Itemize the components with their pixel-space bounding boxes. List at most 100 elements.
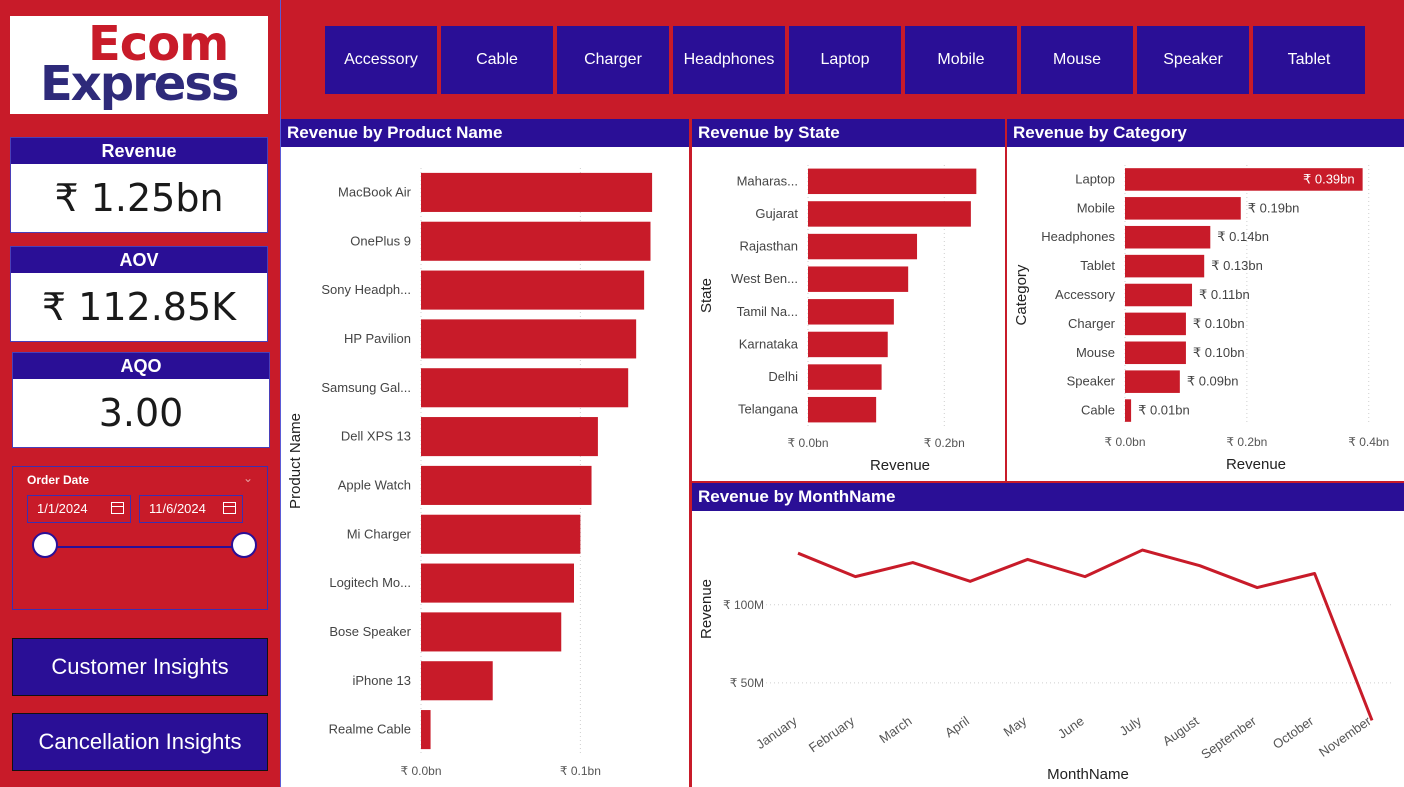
y-tick-label: Rajasthan <box>739 239 798 254</box>
product-revenue-chart: ₹ 0.0bn ₹ 0.1bn MacBook Air OnePlus 9 Sony H… <box>287 168 653 787</box>
aov-card: AOV ₹ 112.85K <box>10 246 268 342</box>
data-label: ₹ 0.10bn <box>1193 316 1245 331</box>
category-button-charger[interactable]: Charger <box>557 26 669 94</box>
category-button-mouse[interactable]: Mouse <box>1021 26 1133 94</box>
y-tick-label: OnePlus 9 <box>350 233 411 248</box>
category-button-accessory[interactable]: Accessory <box>325 26 437 94</box>
y-tick-label: Telangana <box>738 402 799 417</box>
month-revenue-title: Revenue by MonthName <box>692 483 1404 511</box>
y-tick-label: Sony Headph... <box>321 282 411 297</box>
bar <box>1125 254 1205 278</box>
start-date-input[interactable]: 1/1/2024 <box>27 495 131 523</box>
y-tick-label: Delhi <box>768 369 798 384</box>
date-range-start-handle[interactable] <box>32 532 58 558</box>
state-revenue-chart: ₹ 0.0bn ₹ 0.2bn Maharas... Gujarat Rajasthan… <box>698 165 977 474</box>
category-button-headphones[interactable]: Headphones <box>673 26 785 94</box>
data-label: ₹ 0.39bn <box>1303 171 1355 186</box>
bar <box>1125 312 1186 336</box>
x-tick-label: April <box>942 713 972 740</box>
aov-card-label: AOV <box>11 247 267 273</box>
date-range-end-handle[interactable] <box>231 532 257 558</box>
y-tick-label: Logitech Mo... <box>329 575 411 590</box>
bar <box>421 465 592 505</box>
bar <box>1125 341 1186 365</box>
y-tick-label: HP Pavilion <box>344 331 411 346</box>
x-tick-label: November <box>1316 713 1374 760</box>
y-tick-label: Apple Watch <box>338 477 411 492</box>
data-label: ₹ 0.14bn <box>1217 229 1269 244</box>
aqo-card: AQO 3.00 <box>12 352 270 448</box>
end-date-value: 11/6/2024 <box>149 501 206 516</box>
cancellation-insights-button[interactable]: Cancellation Insights <box>12 713 268 771</box>
logo-text-express: Express <box>40 56 239 112</box>
x-tick-label: ₹ 0.2bn <box>1226 435 1267 449</box>
y-tick-label: iPhone 13 <box>352 673 411 688</box>
bar <box>421 368 629 408</box>
category-button-mobile[interactable]: Mobile <box>905 26 1017 94</box>
y-tick-label: Mobile <box>1077 200 1115 215</box>
y-tick-label: Dell XPS 13 <box>341 429 411 444</box>
bar <box>1125 399 1132 422</box>
y-tick-label: Mi Charger <box>347 526 412 541</box>
y-tick-label: Gujarat <box>755 206 798 221</box>
data-label: ₹ 0.19bn <box>1248 200 1300 215</box>
category-revenue-panel: Revenue by Category ₹ 0.0bn ₹ 0.2bn ₹ 0.4b… <box>1007 119 1404 481</box>
bar <box>808 364 882 390</box>
category-button-laptop[interactable]: Laptop <box>789 26 901 94</box>
chevron-down-icon[interactable]: ⌄ <box>243 471 253 485</box>
customer-insights-button[interactable]: Customer Insights <box>12 638 268 696</box>
y-tick-label: Mouse <box>1076 345 1115 360</box>
y-tick-label: Samsung Gal... <box>321 380 411 395</box>
aqo-card-label: AQO <box>13 353 269 379</box>
category-button-cable[interactable]: Cable <box>441 26 553 94</box>
data-label: ₹ 0.11bn <box>1199 287 1250 302</box>
revenue-card-value: ₹ 1.25bn <box>54 176 224 220</box>
x-axis-title: MonthName <box>1047 766 1129 783</box>
state-revenue-title: Revenue by State <box>692 119 1005 147</box>
y-tick-label: Maharas... <box>737 173 798 188</box>
x-tick-label: August <box>1160 713 1202 749</box>
y-tick-label: West Ben... <box>731 271 798 286</box>
product-revenue-title: Revenue by Product Name <box>281 119 689 147</box>
end-date-input[interactable]: 11/6/2024 <box>139 495 243 523</box>
x-axis-title: Revenue <box>870 457 930 474</box>
revenue-card: Revenue ₹ 1.25bn <box>10 137 268 233</box>
state-revenue-panel: Revenue by State ₹ 0.0bn ₹ 0.2bn Maharas..… <box>692 119 1005 481</box>
data-label: ₹ 0.01bn <box>1138 403 1190 418</box>
calendar-icon[interactable] <box>223 502 236 514</box>
product-revenue-panel: Revenue by Product Name ₹ 0.0bn ₹ 0.1bn Ma… <box>281 119 689 787</box>
bar <box>808 331 888 358</box>
x-tick-label: June <box>1055 713 1087 741</box>
y-tick-label: Charger <box>1068 316 1116 331</box>
y-tick-label: Karnataka <box>739 336 799 351</box>
bar <box>421 612 562 652</box>
bar <box>808 233 918 260</box>
date-range-track[interactable] <box>45 546 245 548</box>
x-tick-label: ₹ 0.0bn <box>401 764 442 778</box>
y-tick-label: Headphones <box>1041 229 1115 244</box>
bar <box>1125 197 1241 220</box>
bar <box>421 270 645 310</box>
y-tick-label: Tamil Na... <box>737 304 798 319</box>
y-tick-label: Realme Cable <box>329 722 411 737</box>
bar <box>808 168 977 195</box>
calendar-icon[interactable] <box>111 502 124 514</box>
bar <box>421 319 637 359</box>
bar <box>1125 370 1180 393</box>
bar <box>421 417 598 457</box>
bar <box>1125 225 1211 249</box>
bar <box>421 661 493 701</box>
category-button-tablet[interactable]: Tablet <box>1253 26 1365 94</box>
bar <box>808 299 894 325</box>
order-date-slicer: Order Date ⌄ 1/1/2024 11/6/2024 <box>12 466 268 610</box>
category-button-speaker[interactable]: Speaker <box>1137 26 1249 94</box>
month-revenue-chart: ₹ 50M ₹ 100M January February March April May J… <box>698 548 1392 783</box>
month-revenue-panel: Revenue by MonthName ₹ 50M ₹ 100M January F… <box>692 483 1404 787</box>
x-tick-label: October <box>1270 713 1317 752</box>
bar <box>421 221 651 261</box>
x-tick-label: ₹ 0.0bn <box>1105 435 1146 449</box>
x-tick-label: ₹ 0.0bn <box>788 436 829 450</box>
order-date-label: Order Date <box>27 473 90 487</box>
data-label: ₹ 0.13bn <box>1211 258 1263 273</box>
x-tick-label: May <box>1001 713 1030 740</box>
